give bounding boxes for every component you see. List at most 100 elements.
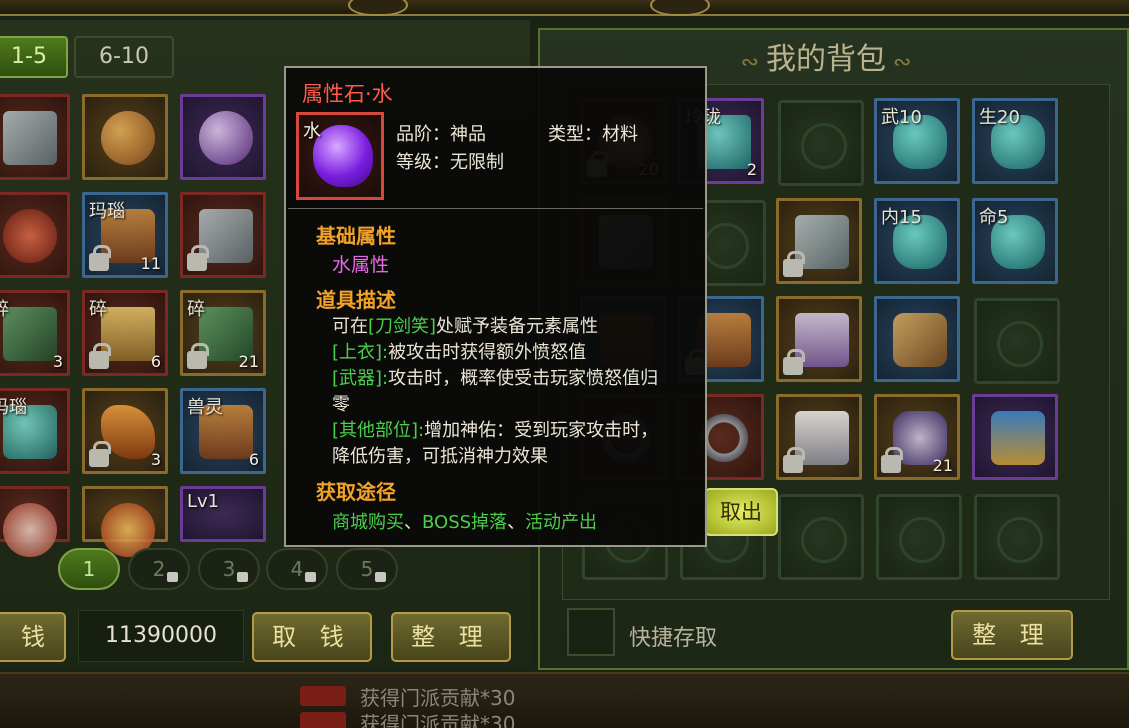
desc-highlight: [武器]: [332, 368, 389, 389]
item-count: 3 [150, 450, 161, 469]
lock-icon [783, 447, 805, 473]
item-label: 内15 [881, 207, 922, 228]
sort-bag-button[interactable]: 整 理 [951, 610, 1073, 660]
bag-slot[interactable] [776, 296, 862, 382]
channel-badge [300, 712, 346, 728]
item-icon [991, 411, 1045, 465]
page-button-2[interactable]: 2 [128, 548, 190, 590]
section-heading: 基础属性 [316, 224, 396, 248]
page-number: 2 [152, 557, 166, 581]
storage-slot[interactable] [82, 94, 168, 180]
lock-icon [375, 572, 386, 582]
bag-slot-empty[interactable] [876, 494, 962, 580]
desc-text: 被攻击时获得额外愤怒值 [388, 342, 587, 363]
lock-icon [305, 572, 316, 582]
bag-slot[interactable] [776, 198, 862, 284]
bag-slot[interactable] [776, 394, 862, 480]
attribute-value: 水属性 [332, 254, 390, 276]
sort-storage-button[interactable]: 整 理 [391, 612, 511, 662]
storage-slot[interactable]: 碎 21 [180, 290, 266, 376]
page-number: 5 [360, 557, 374, 581]
item-icon [199, 111, 253, 165]
description-line: 可在[刀剑笑]处赋予装备元素属性 [332, 314, 682, 340]
storage-slot[interactable]: 玛瑙 [0, 388, 70, 474]
withdraw-money-button[interactable]: 取 钱 [252, 612, 372, 662]
lock-icon [89, 441, 111, 467]
deposit-money-button[interactable]: 钱 [0, 612, 66, 662]
storage-slot[interactable] [0, 94, 70, 180]
divider [288, 208, 703, 209]
lock-icon [237, 572, 248, 582]
item-label: 命5 [979, 207, 1009, 228]
system-message: 获得门派贡献*30 [360, 686, 516, 710]
item-icon-frame: 水 [296, 112, 384, 200]
storage-slot[interactable] [180, 192, 266, 278]
bag-slot-empty[interactable] [974, 298, 1060, 384]
item-icon [101, 111, 155, 165]
page-button-5[interactable]: 5 [336, 548, 398, 590]
lock-icon [167, 572, 178, 582]
storage-slot[interactable]: 碎 3 [0, 290, 70, 376]
ornament-icon [348, 0, 408, 16]
storage-slot[interactable]: 玛瑙 11 [82, 192, 168, 278]
storage-slot[interactable]: Lv1 [180, 486, 266, 542]
source-item: 商城购买 [332, 512, 404, 533]
lock-icon [89, 245, 111, 271]
section-heading: 道具描述 [316, 288, 396, 312]
storage-slot[interactable] [0, 192, 70, 278]
item-grade: 品阶：神品 [396, 124, 486, 145]
source-item: 活动产出 [525, 512, 598, 533]
gem-icon [313, 125, 373, 187]
top-frame [0, 0, 1129, 16]
page-number: 3 [222, 557, 236, 581]
page-button-4[interactable]: 4 [266, 548, 328, 590]
section-heading: 获取途径 [316, 480, 396, 504]
storage-slot[interactable] [82, 486, 168, 557]
bag-slot-empty[interactable] [974, 494, 1060, 580]
item-icon [3, 111, 57, 165]
separator: 、 [404, 512, 422, 533]
item-level: 等级：无限制 [396, 152, 504, 173]
storage-slot[interactable]: 碎 6 [82, 290, 168, 376]
item-count: 21 [238, 352, 259, 371]
bag-slot-empty[interactable] [778, 494, 864, 580]
icon-label: 水 [303, 121, 321, 142]
tab-range-6-10[interactable]: 6-10 [74, 36, 174, 78]
item-count: 6 [248, 450, 259, 469]
lock-icon [187, 245, 209, 271]
item-type: 类型：材料 [548, 124, 638, 145]
quick-access-checkbox[interactable] [567, 608, 615, 656]
source-list: 商城购买、BOSS掉落、活动产出 [332, 508, 597, 534]
storage-slot[interactable] [0, 486, 70, 557]
page-button-3[interactable]: 3 [198, 548, 260, 590]
chat-strip: 获得门派贡献*30 获得门派贡献*30 [0, 672, 1129, 728]
item-label: 玛瑙 [89, 201, 125, 222]
bag-slot[interactable]: 生20 [972, 98, 1058, 184]
description-line: [其他部位]:增加神佑：受到玩家攻击时，降低伤害，可抵消神力效果 [332, 418, 664, 470]
money-amount: 11390000 [78, 610, 244, 662]
item-count: 11 [140, 254, 161, 273]
ornament-icon [650, 0, 710, 16]
bag-slot[interactable]: 命5 [972, 198, 1058, 284]
page-button-1[interactable]: 1 [58, 548, 120, 590]
bag-slot[interactable] [972, 394, 1058, 480]
description-line: [上衣]:被攻击时获得额外愤怒值 [332, 340, 682, 366]
item-label: 武10 [881, 107, 922, 128]
item-count: 2 [746, 160, 757, 179]
bag-slot[interactable]: 内15 [874, 198, 960, 284]
desc-highlight: [其他部位]: [332, 420, 425, 441]
lock-icon [89, 343, 111, 369]
bag-slot-empty[interactable] [778, 100, 864, 186]
desc-highlight: [上衣]: [332, 342, 389, 363]
bag-slot[interactable] [874, 296, 960, 382]
item-tooltip: 属性石·水 水 品阶：神品 类型：材料 等级：无限制 基础属性 水属性 道具描述… [284, 66, 707, 547]
storage-slot[interactable] [180, 94, 266, 180]
storage-slot[interactable]: 兽灵 6 [180, 388, 266, 474]
item-icon [893, 313, 947, 367]
storage-slot[interactable]: 3 [82, 388, 168, 474]
tab-range-1-5[interactable]: 1-5 [0, 36, 68, 78]
item-label: 生20 [979, 107, 1020, 128]
bag-slot[interactable]: 武10 [874, 98, 960, 184]
take-out-button[interactable]: 取出 [704, 488, 778, 536]
bag-slot[interactable]: 21 [874, 394, 960, 480]
